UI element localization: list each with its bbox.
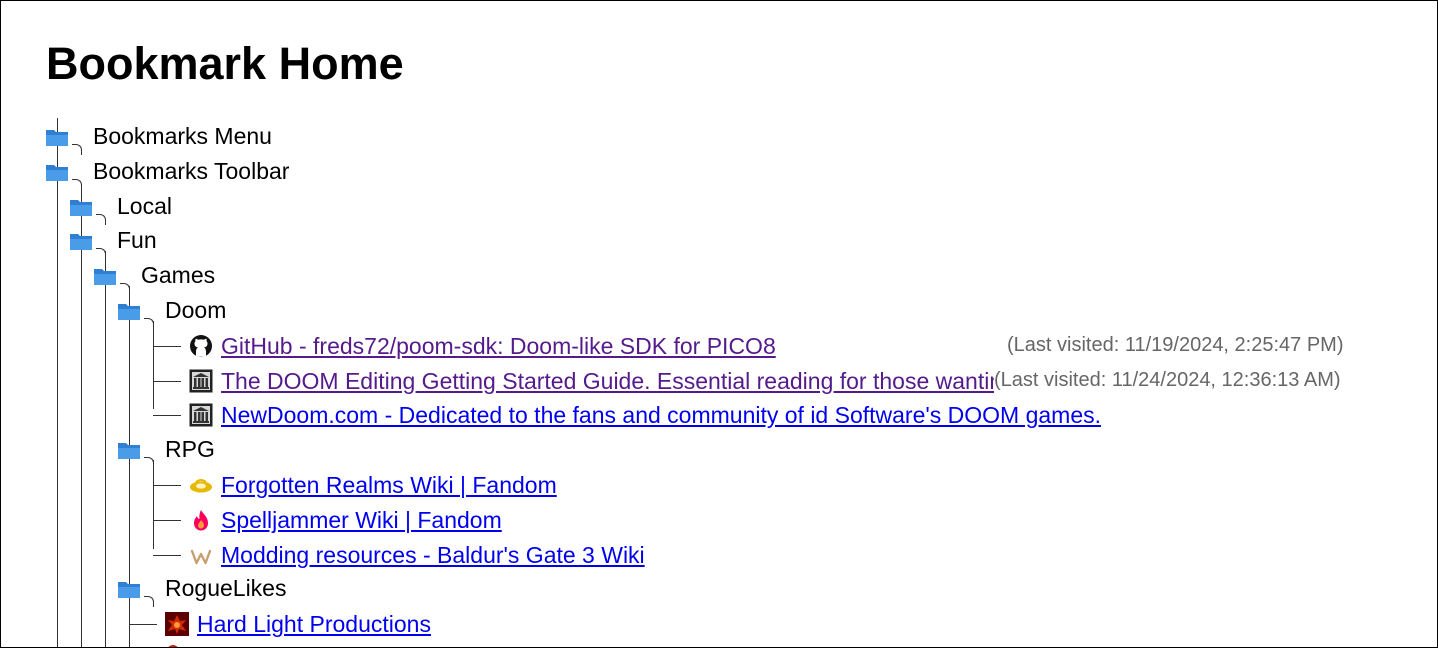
- folder-icon[interactable]: [117, 301, 141, 321]
- tree-elbow: [72, 179, 82, 190]
- pillars-icon: [189, 403, 213, 427]
- page-title: Bookmark Home: [46, 38, 404, 89]
- fandom-flame-icon: [189, 508, 213, 532]
- tree-stub: [153, 555, 181, 556]
- bookmark-link[interactable]: The DOOM Editing Getting Started Guide. …: [221, 367, 994, 395]
- tree-stub: [129, 624, 157, 625]
- tree-elbow: [144, 596, 154, 607]
- pillars-icon: [189, 369, 213, 393]
- folder-label-games[interactable]: Games: [141, 261, 215, 289]
- folder-icon[interactable]: [45, 127, 69, 147]
- bookmark-link[interactable]: Hard Light Productions: [197, 610, 431, 638]
- tree-elbow: [144, 457, 154, 468]
- folder-icon[interactable]: [93, 266, 117, 286]
- tree-line-rpg: [153, 460, 154, 549]
- folder-label-rpg[interactable]: RPG: [165, 435, 215, 463]
- folder-label-doom[interactable]: Doom: [165, 296, 226, 324]
- tree-stub: [153, 381, 181, 382]
- tree-stub: [153, 346, 181, 347]
- forgotten-realms-icon: [189, 473, 213, 497]
- tree-line-doom: [153, 321, 154, 409]
- folder-label-roguelikes[interactable]: RogueLikes: [165, 574, 286, 602]
- folder-icon[interactable]: [69, 231, 93, 251]
- last-visited: (Last visited: 11/24/2024, 12:36:13 AM): [994, 369, 1341, 391]
- tree-line-fun: [105, 251, 106, 647]
- bookmark-link[interactable]: Modding resources - Baldur's Gate 3 Wiki: [221, 541, 645, 569]
- folder-icon[interactable]: [45, 162, 69, 182]
- tree-stub: [153, 520, 181, 521]
- folder-icon[interactable]: [117, 440, 141, 460]
- folder-icon[interactable]: [117, 579, 141, 599]
- folder-label-fun[interactable]: Fun: [117, 226, 157, 254]
- folder-label-bookmarks-toolbar[interactable]: Bookmarks Toolbar: [93, 157, 289, 185]
- bookmark-link[interactable]: Spelljammer Wiki | Fandom: [221, 506, 502, 534]
- tree-elbow: [96, 214, 106, 225]
- bookmark-page: Bookmark Home Bookmarks Menu Bookmarks T…: [0, 0, 1438, 648]
- wiki-w-icon: [189, 543, 213, 567]
- bookmark-link[interactable]: Forgotten Realms Wiki | Fandom: [221, 471, 557, 499]
- tree-stub: [153, 485, 181, 486]
- folder-label-bookmarks-menu[interactable]: Bookmarks Menu: [93, 122, 272, 150]
- tree-elbow: [120, 283, 130, 294]
- last-visited: (Last visited: 11/19/2024, 2:25:47 PM): [1007, 334, 1344, 356]
- hard-light-icon: [165, 612, 189, 636]
- tree-elbow: [72, 144, 82, 155]
- tree-elbow: [144, 318, 154, 329]
- tree-elbow: [96, 248, 106, 259]
- folder-label-local[interactable]: Local: [117, 192, 172, 220]
- tree-line-toolbar: [81, 184, 82, 647]
- bookmark-link[interactable]: NewDoom.com - Dedicated to the fans and …: [221, 401, 1101, 429]
- tree-line-root: [57, 118, 58, 647]
- bookmark-link[interactable]: GitHub - freds72/poom-sdk: Doom-like SDK…: [221, 332, 776, 360]
- github-icon: [189, 334, 213, 358]
- folder-icon[interactable]: [69, 197, 93, 217]
- tree-stub: [153, 415, 181, 416]
